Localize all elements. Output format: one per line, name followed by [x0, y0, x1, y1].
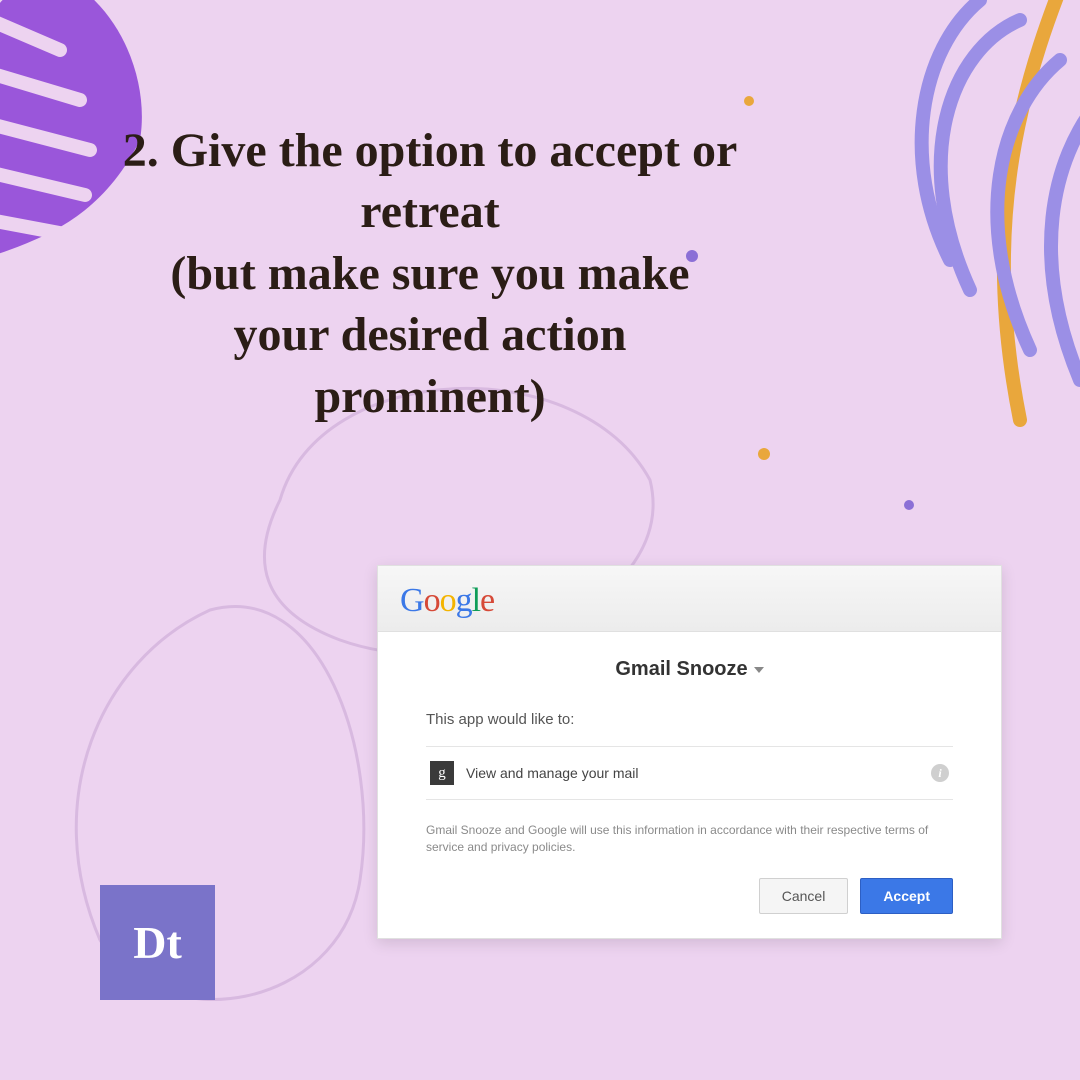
decor-dot	[744, 96, 754, 106]
brand-badge: Dt	[100, 885, 215, 1000]
google-permission-dialog: Google Gmail Snooze This app would like …	[377, 565, 1002, 939]
app-title-text: Gmail Snooze	[615, 658, 747, 681]
chevron-down-icon	[754, 667, 764, 673]
permission-row: g View and manage your mail i	[426, 746, 953, 800]
google-logo: Google	[400, 582, 494, 620]
accept-button[interactable]: Accept	[860, 878, 953, 914]
brand-badge-text: Dt	[133, 916, 182, 969]
app-title-row[interactable]: Gmail Snooze	[426, 658, 953, 681]
permission-text: View and manage your mail	[466, 765, 919, 781]
page-tip-heading: 2. Give the option to accept or retreat(…	[120, 120, 740, 427]
dialog-header: Google	[378, 566, 1001, 632]
dialog-actions: Cancel Accept	[426, 878, 953, 914]
decor-leaves-right	[720, 0, 1080, 480]
decor-dot	[758, 448, 770, 460]
permission-prompt: This app would like to:	[426, 711, 953, 728]
dialog-body: Gmail Snooze This app would like to: g V…	[378, 632, 1001, 938]
info-icon[interactable]: i	[931, 764, 949, 782]
disclaimer-text: Gmail Snooze and Google will use this in…	[426, 822, 953, 856]
google-g-icon: g	[430, 761, 454, 785]
decor-dot	[904, 500, 914, 510]
cancel-button[interactable]: Cancel	[759, 878, 849, 914]
